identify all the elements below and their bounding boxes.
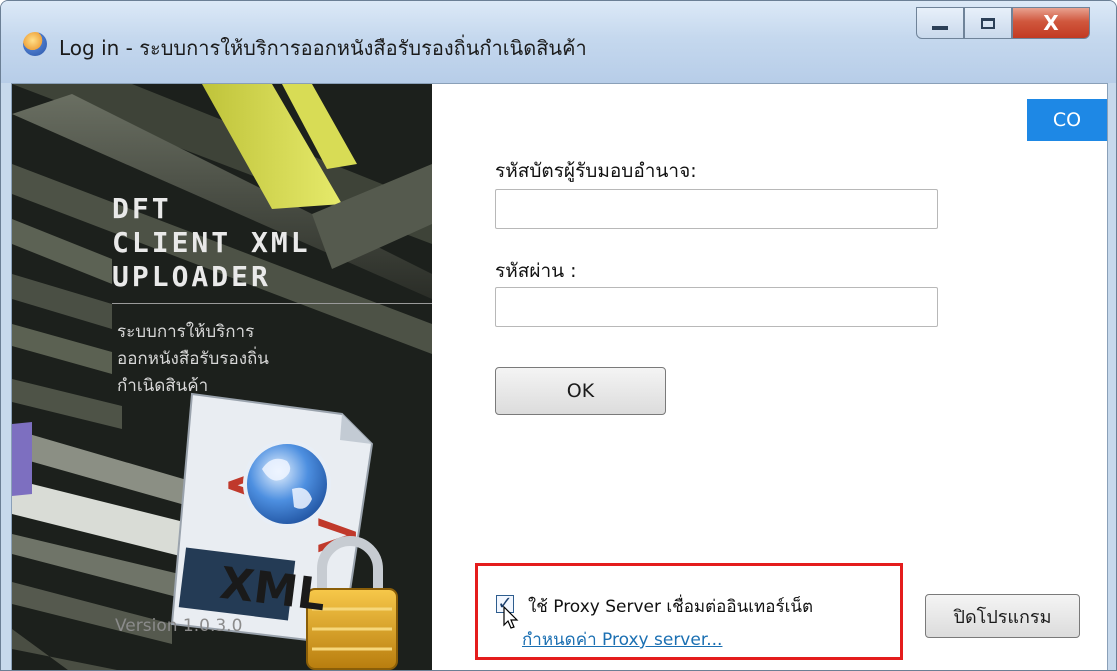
subtitle-line2: ออกหนังสือรับรองถิ่น (117, 349, 269, 369)
configure-proxy-link[interactable]: กำหนดค่า Proxy server... (522, 626, 722, 653)
title-bar[interactable]: Log in - ระบบการให้บริการออกหนังสือรับรอ… (1, 1, 1116, 83)
password-label: รหัสผ่าน : (495, 260, 577, 282)
close-window-button[interactable]: X (1012, 7, 1090, 39)
close-icon: X (1043, 11, 1059, 35)
client-area: < > XML DFT CLIENT XML UPLOAD (11, 83, 1108, 670)
version-label: Version 1.0.3.0 (115, 616, 243, 636)
product-name: DFT CLIENT XML UPLOADER (112, 192, 311, 294)
product-name-line1: DFT (112, 192, 172, 225)
brand-divider (112, 303, 432, 304)
window-controls: X (916, 7, 1090, 41)
authorized-id-input[interactable] (495, 189, 938, 229)
co-badge: CO (1027, 99, 1107, 141)
subtitle-line1: ระบบการให้บริการ (117, 322, 255, 342)
window-title: Log in - ระบบการให้บริการออกหนังสือรับรอ… (59, 36, 587, 60)
product-subtitle: ระบบการให้บริการ ออกหนังสือรับรองถิ่น กำ… (117, 319, 269, 400)
use-proxy-label[interactable]: ใช้ Proxy Server เชื่อมต่ออินเทอร์เน็ต (528, 593, 813, 620)
id-label: รหัสบัตรผู้รับมอบอำนาจ: (495, 160, 697, 182)
mouse-cursor-icon (503, 606, 519, 629)
app-globe-icon (23, 32, 47, 56)
minimize-button[interactable] (916, 7, 964, 39)
maximize-icon (981, 17, 995, 29)
login-window: Log in - ระบบการให้บริการออกหนังสือรับรอ… (0, 0, 1117, 671)
maximize-button[interactable] (964, 7, 1012, 39)
ok-button[interactable]: OK (495, 367, 666, 415)
exit-program-button[interactable]: ปิดโปรแกรม (925, 594, 1080, 638)
product-name-line3: UPLOADER (112, 260, 271, 293)
login-form: CO รหัสบัตรผู้รับมอบอำนาจ: รหัสผ่าน : OK… (432, 84, 1107, 670)
splash-banner: < > XML DFT CLIENT XML UPLOAD (12, 84, 432, 670)
minimize-icon (932, 26, 948, 30)
subtitle-line3: กำเนิดสินค้า (117, 376, 209, 396)
product-name-line2: CLIENT XML (112, 226, 311, 259)
password-input[interactable] (495, 287, 938, 327)
